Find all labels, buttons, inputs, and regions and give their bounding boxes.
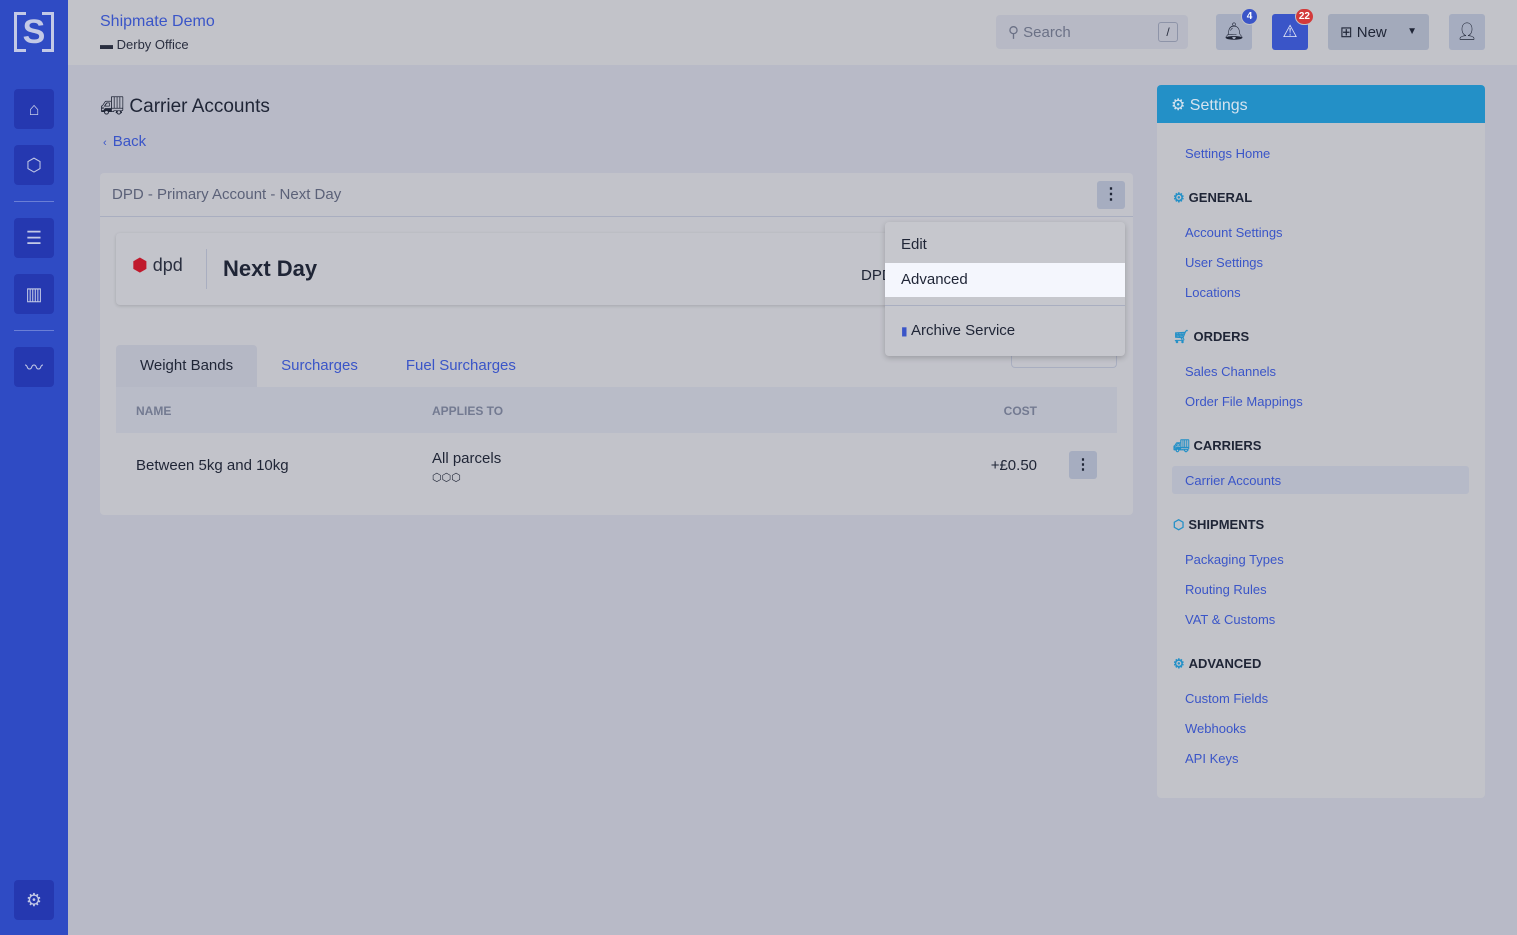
link-locations[interactable]: Locations [1185, 285, 1241, 300]
warning-icon: ⚠ [1282, 22, 1298, 41]
dpd-cube-icon: ⬢ [132, 255, 148, 275]
tab-surcharges[interactable]: Surcharges [257, 345, 382, 387]
row-menu-button[interactable]: ⋮ [1069, 451, 1097, 479]
caret-down-icon: ▼ [1407, 26, 1417, 37]
alerts-button[interactable]: ⚠ 22 [1272, 8, 1314, 50]
cost: +£0.50 [990, 457, 1037, 474]
column-cost: COST [1003, 404, 1037, 418]
dpd-logo: ⬢ dpd [132, 255, 183, 275]
search-input[interactable]: ⚲ Search / [996, 15, 1188, 49]
sidebar: S ⌂ ⬡ ☰ ▥ 〰 ⚙ [0, 0, 68, 935]
new-button[interactable]: ⊞ New ▼ [1328, 14, 1429, 50]
link-account-settings[interactable]: Account Settings [1185, 225, 1283, 240]
parcel-icons: ⬡⬡⬡ [432, 472, 461, 484]
truck-check-icon: 🚚︎ [100, 96, 130, 117]
section-carriers: 🚚︎ CARRIERS [1173, 438, 1262, 453]
card-dropdown-menu: Edit Advanced ▮ Archive Service [885, 222, 1125, 356]
truck-icon: 🚚︎ [1173, 438, 1190, 453]
column-name: NAME [136, 404, 172, 418]
band-name: Between 5kg and 10kg [136, 457, 289, 474]
table-header: NAME APPLIES TO COST [116, 387, 1117, 433]
bell-icon: 🔔︎ [1223, 22, 1245, 41]
home-icon[interactable]: ⌂ [14, 89, 54, 129]
menu-item-advanced[interactable]: Advanced [885, 263, 1125, 297]
notifications-button[interactable]: 🔔︎ 4 [1216, 8, 1258, 50]
link-sales-channels[interactable]: Sales Channels [1185, 364, 1276, 379]
barcode-icon[interactable]: ▥ [14, 274, 54, 314]
gear-icon[interactable]: ⚙ [14, 880, 54, 920]
settings-home-link[interactable]: Settings Home [1185, 146, 1270, 161]
notifications-badge: 4 [1241, 8, 1258, 25]
top-header: Shipmate Demo ▬ Derby Office ⚲ Search / 🔔… [68, 0, 1517, 65]
section-advanced: ⚙ ADVANCED [1173, 656, 1262, 671]
menu-item-edit[interactable]: Edit [885, 228, 1125, 262]
box-icon[interactable]: ⬡ [14, 145, 54, 185]
menu-item-archive-service[interactable]: ▮ Archive Service [885, 314, 1125, 348]
divider [14, 201, 54, 202]
card-title: DPD - Primary Account - Next Day [100, 173, 1133, 217]
user-icon: 👤︎ [1456, 22, 1478, 41]
org-name[interactable]: Shipmate Demo [100, 13, 215, 31]
applies-to: All parcels [432, 450, 502, 467]
location-name: Derby Office [116, 37, 189, 52]
chart-line-icon[interactable]: 〰 [14, 347, 54, 387]
card-menu-button[interactable]: ⋮ [1097, 181, 1125, 209]
box-icon: ⬡ [1173, 517, 1185, 532]
page-title-text: Carrier Accounts [129, 96, 270, 117]
cart-icon: 🛒︎ [1173, 329, 1190, 344]
link-webhooks[interactable]: Webhooks [1185, 721, 1246, 736]
settings-title: Settings [1189, 97, 1248, 114]
gear-icon: ⚙ [1171, 97, 1190, 114]
back-link[interactable]: ‹ Back [103, 133, 146, 150]
chevron-left-icon: ‹ [103, 137, 113, 149]
divider [885, 305, 1125, 306]
section-general: ⚙ GENERAL [1173, 190, 1253, 205]
link-user-settings[interactable]: User Settings [1185, 255, 1263, 270]
link-vat-customs[interactable]: VAT & Customs [1185, 612, 1275, 627]
new-label: New [1356, 24, 1387, 41]
kebab-icon: ⋮ [1103, 186, 1119, 203]
search-placeholder: Search [1023, 24, 1071, 41]
tab-bar: Weight Bands Surcharges Fuel Surcharges [116, 345, 540, 387]
link-custom-fields[interactable]: Custom Fields [1185, 691, 1268, 706]
link-api-keys[interactable]: API Keys [1185, 751, 1238, 766]
table-row: Between 5kg and 10kg All parcels ⬡⬡⬡ +£0… [116, 433, 1117, 497]
page-title: 🚚︎ Carrier Accounts [100, 94, 270, 118]
tab-weight-bands[interactable]: Weight Bands [116, 345, 258, 387]
link-packaging-types[interactable]: Packaging Types [1185, 552, 1284, 567]
gear-icon: ⚙ [1173, 190, 1185, 205]
divider [14, 330, 54, 331]
column-applies-to: APPLIES TO [432, 404, 504, 418]
section-shipments: ⬡ SHIPMENTS [1173, 517, 1265, 532]
link-order-file-mappings[interactable]: Order File Mappings [1185, 394, 1303, 409]
search-shortcut: / [1158, 22, 1178, 42]
archive-label: Archive Service [910, 322, 1016, 339]
settings-header: ⚙ Settings [1157, 85, 1485, 123]
location-label[interactable]: ▬ Derby Office [100, 37, 189, 52]
tab-fuel-surcharges[interactable]: Fuel Surcharges [382, 345, 540, 387]
user-menu-button[interactable]: 👤︎ [1449, 14, 1485, 50]
alerts-badge: 22 [1294, 8, 1314, 25]
contacts-icon[interactable]: ☰ [14, 218, 54, 258]
link-carrier-accounts[interactable]: Carrier Accounts [1185, 473, 1281, 488]
service-name: Next Day [223, 256, 318, 281]
divider [206, 249, 207, 289]
link-routing-rules[interactable]: Routing Rules [1185, 582, 1267, 597]
trash-icon: ▮ [901, 324, 911, 338]
gears-icon: ⚙ [1173, 656, 1185, 671]
plus-square-icon: ⊞ [1340, 24, 1357, 41]
search-icon: ⚲ [1008, 24, 1024, 41]
back-label: Back [112, 133, 147, 150]
section-orders: 🛒︎ ORDERS [1173, 329, 1250, 344]
settings-panel: ⚙ Settings Settings Home ⚙ GENERAL Accoun… [1157, 85, 1485, 798]
store-icon: ▬ [100, 37, 117, 52]
shipmate-logo[interactable]: S [14, 12, 54, 52]
